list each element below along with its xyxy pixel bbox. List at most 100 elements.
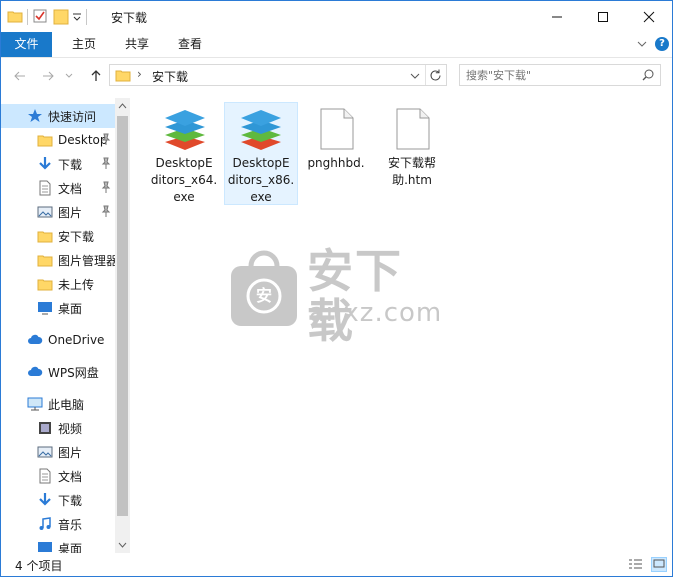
download-icon [37,156,53,172]
sidebar-item[interactable]: 图片管理器 [1,248,115,272]
minimize-icon [552,16,562,17]
tab-file[interactable]: 文件 [1,32,52,57]
chevron-down-icon [118,542,127,548]
details-view-button[interactable] [628,558,643,572]
sidebar-item[interactable]: OneDrive [1,328,115,352]
sidebar-item-label: 桌面 [58,541,83,554]
pin-icon [101,133,111,148]
sidebar-item[interactable]: 安下载 [1,224,115,248]
file-item[interactable]: pnghhbd. [300,102,374,205]
pin-icon [101,157,111,172]
watermark-badge: 安 [255,286,272,305]
large-icons-view-icon [653,559,665,568]
sidebar-item-label: 安下载 [58,229,95,244]
sidebar-item[interactable]: 桌面 [1,296,115,320]
folder-icon [115,67,131,83]
minimize-button[interactable] [534,1,580,32]
file-name: 安下载帮 助.htm [387,156,436,187]
pin-icon [101,181,111,196]
sidebar-item[interactable]: WPS网盘 [1,360,115,384]
folder-icon[interactable] [7,8,23,26]
search-icon[interactable] [641,68,655,82]
ribbon-divider [1,57,672,58]
sidebar-item[interactable]: Desktop [1,128,115,152]
file-item-selected[interactable]: DesktopE ditors_x86. exe [224,102,298,205]
chevron-up-icon [118,103,127,109]
sidebar-item[interactable]: 视频 [1,416,115,440]
breadcrumb-item[interactable]: 安下载 [152,68,188,85]
up-button[interactable] [87,67,105,85]
pin-icon [101,205,111,220]
new-folder-icon[interactable] [52,8,69,26]
sidebar-item[interactable]: 下载 [1,152,115,176]
arrow-left-icon [14,71,25,81]
file-item[interactable]: DesktopE ditors_x64. exe [148,102,222,205]
address-row: › 安下载 [1,59,672,93]
address-divider [425,65,426,85]
help-button[interactable]: ? [655,37,669,51]
refresh-button[interactable] [428,68,443,83]
title-bar: 安下载 [1,1,672,32]
folder-icon [37,132,53,148]
blank-file-icon [396,108,430,150]
sidebar-item-label: 图片管理器 [58,253,115,268]
sidebar-item[interactable]: 文档 [1,176,115,200]
cloud-icon [27,332,43,348]
search-input[interactable] [466,67,636,83]
watermark-text-en: anxz.com [309,298,443,328]
watermark: 安 安下载 anxz.com [229,246,449,346]
chevron-down-icon [410,73,420,79]
window-title: 安下载 [111,11,148,25]
sidebar-item[interactable]: 音乐 [1,512,115,536]
maximize-button[interactable] [580,1,626,32]
chevron-down-icon [637,41,647,47]
sidebar-item[interactable]: 图片 [1,440,115,464]
sidebar-item-label: 文档 [58,469,83,484]
recent-locations-button[interactable] [63,67,75,85]
tab-view[interactable]: 查看 [169,32,211,57]
sidebar-item-label: 图片 [58,205,83,220]
sidebar-item[interactable]: 文档 [1,464,115,488]
sidebar-item[interactable]: 此电脑 [1,392,115,416]
chevron-down-icon [65,73,73,78]
sidebar-item-label: 视频 [58,421,83,436]
file-item[interactable]: 安下载帮 助.htm [376,102,450,205]
properties-icon[interactable] [32,8,48,26]
scroll-up-button[interactable] [117,100,128,112]
address-dropdown-button[interactable] [408,69,422,83]
watermark-text-cn: 安下载 [307,244,403,348]
folder-icon [37,252,53,268]
sidebar-item[interactable]: 下载 [1,488,115,512]
file-name: DesktopE ditors_x64. exe [150,156,218,204]
quick-access-toolbar [7,7,87,27]
cloud-icon [27,364,43,380]
sidebar-item[interactable]: 桌面 [1,536,115,553]
search-box[interactable] [459,64,661,86]
music-icon [37,516,53,532]
nav-scrollbar[interactable] [115,98,130,553]
item-count: 4 个项目 [15,559,63,573]
document-icon [37,468,53,484]
address-bar[interactable]: › 安下载 [109,64,447,86]
tab-home[interactable]: 主页 [63,32,105,57]
onlyoffice-installer-icon [241,110,281,150]
picture-icon [37,204,53,220]
sidebar-item[interactable]: 未上传 [1,272,115,296]
sidebar-item-label: 文档 [58,181,83,196]
scroll-thumb[interactable] [117,116,128,516]
forward-button[interactable] [39,67,57,85]
ribbon-expand-button[interactable] [635,37,649,51]
scroll-down-button[interactable] [117,539,128,551]
back-button[interactable] [11,67,29,85]
tab-share[interactable]: 共享 [116,32,158,57]
close-button[interactable] [626,1,672,32]
sidebar-item-label: 桌面 [58,301,83,316]
breadcrumb-chevron-icon[interactable]: › [137,67,142,81]
arrow-right-icon [43,71,54,81]
sidebar-item[interactable]: 快速访问 [1,104,115,128]
folder-icon [37,276,53,292]
sidebar-item[interactable]: 图片 [1,200,115,224]
large-icons-view-button[interactable] [651,557,667,572]
sidebar-item-label: 下载 [58,157,83,172]
customize-qat-icon[interactable] [72,8,82,26]
